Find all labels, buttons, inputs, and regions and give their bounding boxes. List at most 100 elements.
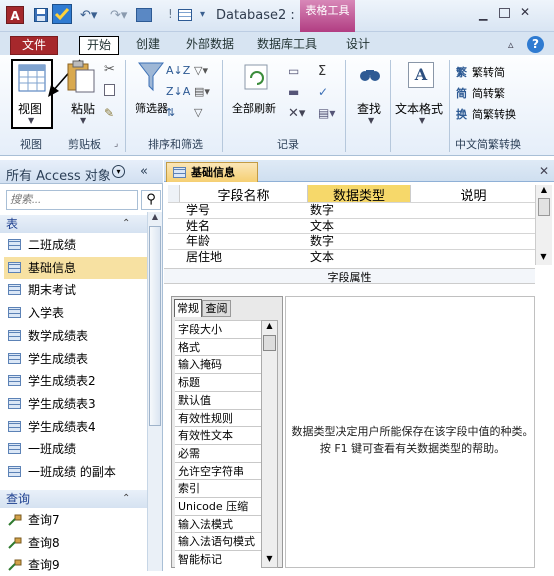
data-type-cell[interactable]: 文本 bbox=[310, 250, 334, 264]
scroll-thumb[interactable] bbox=[263, 335, 276, 351]
property-row[interactable]: 智能标记 bbox=[175, 550, 261, 569]
collapse-chevron-icon[interactable]: ⌃ bbox=[122, 215, 130, 233]
nav-query-item[interactable]: 查询9 bbox=[4, 554, 147, 576]
filter-icon[interactable] bbox=[138, 62, 164, 92]
refresh-all-button-label[interactable]: 全部刷新 bbox=[232, 100, 276, 116]
text-format-button-label[interactable]: 文本格式 bbox=[395, 100, 443, 117]
new-record-icon[interactable]: ▭ bbox=[288, 64, 299, 78]
view-icon[interactable] bbox=[136, 8, 152, 22]
subtab-lookup[interactable]: 查阅 bbox=[202, 300, 231, 317]
chevron-down-icon[interactable]: ▼ bbox=[419, 116, 425, 125]
totals-icon[interactable]: Σ bbox=[318, 64, 326, 79]
column-header-data-type[interactable]: 数据类型 bbox=[308, 185, 411, 204]
field-name-cell[interactable]: 学号 bbox=[186, 203, 210, 217]
copy-icon[interactable] bbox=[104, 84, 115, 96]
clear-sort-icon[interactable]: ⇅ bbox=[166, 106, 175, 119]
property-row[interactable]: 有效性文本 bbox=[175, 426, 261, 445]
scroll-thumb[interactable] bbox=[149, 226, 161, 426]
field-row[interactable]: 年龄 数字 bbox=[168, 233, 536, 248]
scroll-up-icon[interactable]: ▲ bbox=[262, 321, 277, 335]
nav-table-item[interactable]: 数学成绩表 bbox=[4, 325, 147, 347]
subtab-general[interactable]: 常规 bbox=[174, 299, 202, 317]
property-scrollbar[interactable]: ▲ ▼ bbox=[261, 320, 278, 568]
format-painter-icon[interactable]: ✎ bbox=[104, 106, 114, 120]
property-row[interactable]: 索引 bbox=[175, 479, 261, 498]
nav-query-item[interactable]: 查询7 bbox=[4, 509, 147, 531]
paste-icon[interactable] bbox=[66, 60, 96, 94]
property-row[interactable]: 有效性规则 bbox=[175, 408, 261, 427]
traditional-to-simplified-button[interactable]: 繁转简 bbox=[472, 64, 505, 80]
field-row[interactable]: 姓名 文本 bbox=[168, 217, 536, 233]
undo-icon[interactable]: ↶▾ bbox=[80, 8, 97, 23]
nav-table-item[interactable]: 学生成绩表2 bbox=[4, 370, 147, 392]
property-row[interactable]: 输入法模式 bbox=[175, 514, 261, 533]
document-tab-basic-info[interactable]: 基础信息 bbox=[166, 162, 258, 182]
simplified-traditional-convert-button[interactable]: 简繁转换 bbox=[472, 106, 516, 122]
spelling-icon[interactable]: ✓ bbox=[318, 85, 328, 99]
selection-filter-icon[interactable]: ▽▾ bbox=[194, 64, 208, 77]
data-type-cell[interactable]: 文本 bbox=[310, 219, 334, 233]
toggle-filter-icon[interactable]: ▽ bbox=[194, 106, 202, 119]
scroll-up-icon[interactable]: ▲ bbox=[536, 185, 552, 198]
category-tables[interactable]: 表 ⌃ bbox=[0, 215, 147, 233]
property-row[interactable]: 必需 bbox=[175, 443, 261, 462]
column-header-description[interactable]: 说明 bbox=[411, 185, 536, 204]
redo-icon[interactable]: ↷▾ bbox=[110, 8, 127, 23]
field-name-cell[interactable]: 年龄 bbox=[186, 234, 210, 248]
category-queries[interactable]: 查询 ⌃ bbox=[0, 490, 147, 508]
tab-design[interactable]: 设计 bbox=[341, 36, 375, 55]
nav-table-item[interactable]: 学生成绩表 bbox=[4, 348, 147, 370]
filter-button-label[interactable]: 筛选器 bbox=[135, 100, 168, 116]
advanced-filter-icon[interactable]: ▤▾ bbox=[194, 85, 210, 98]
sort-ascending-icon[interactable]: A↓Z bbox=[166, 64, 190, 77]
collapse-pane-icon[interactable]: « bbox=[140, 164, 148, 179]
nav-table-item[interactable]: 学生成绩表3 bbox=[4, 393, 147, 415]
nav-table-item[interactable]: 入学表 bbox=[4, 302, 147, 324]
scroll-thumb[interactable] bbox=[538, 198, 550, 216]
nav-table-item[interactable]: 学生成绩表4 bbox=[4, 416, 147, 438]
nav-table-item[interactable]: 一班成绩 的副本 bbox=[4, 461, 147, 483]
property-row[interactable]: 格式 bbox=[175, 337, 261, 356]
save-record-icon[interactable]: ▬ bbox=[288, 85, 299, 99]
nav-table-item[interactable]: 基础信息 bbox=[4, 256, 147, 279]
text-format-icon[interactable]: A bbox=[408, 62, 434, 88]
grid-scrollbar[interactable]: ▲ ▼ bbox=[535, 185, 552, 265]
help-icon[interactable]: ? bbox=[527, 36, 544, 53]
data-type-cell[interactable]: 数字 bbox=[310, 234, 334, 248]
nav-search-input[interactable] bbox=[6, 190, 138, 210]
dialog-launcher-icon[interactable]: ⌟ bbox=[114, 139, 118, 149]
nav-scrollbar[interactable]: ▲ bbox=[147, 212, 162, 571]
maximize-icon[interactable] bbox=[499, 8, 510, 18]
ribbon-minimize-icon[interactable]: ▵ bbox=[508, 38, 514, 51]
chevron-down-icon[interactable]: ▼ bbox=[80, 116, 86, 125]
nav-table-item[interactable]: 一班成绩 bbox=[4, 438, 147, 460]
data-type-cell[interactable]: 数字 bbox=[310, 203, 334, 217]
close-document-icon[interactable]: ✕ bbox=[539, 164, 549, 178]
nav-query-item[interactable]: 查询8 bbox=[4, 532, 147, 554]
save-icon[interactable] bbox=[34, 8, 48, 22]
chevron-down-icon[interactable]: ▼ bbox=[368, 116, 374, 125]
sort-descending-icon[interactable]: Z↓A bbox=[166, 85, 190, 98]
property-row[interactable]: Unicode 压缩 bbox=[175, 497, 261, 515]
tab-database-tools[interactable]: 数据库工具 bbox=[255, 36, 319, 55]
cut-icon[interactable]: ✂ bbox=[104, 62, 115, 77]
tab-create[interactable]: 创建 bbox=[131, 36, 165, 55]
property-row[interactable]: 允许空字符串 bbox=[175, 461, 261, 480]
field-name-cell[interactable]: 居住地 bbox=[186, 250, 222, 264]
tab-home[interactable]: 开始 bbox=[79, 36, 119, 55]
field-row[interactable]: 居住地 文本 bbox=[168, 248, 536, 264]
field-name-cell[interactable]: 姓名 bbox=[186, 219, 210, 233]
property-row[interactable]: 标题 bbox=[175, 373, 261, 392]
row-selector-corner[interactable] bbox=[168, 185, 180, 202]
close-icon[interactable]: ✕ bbox=[520, 5, 530, 19]
find-button-label[interactable]: 查找 bbox=[357, 100, 381, 117]
nav-table-item[interactable]: 期末考试 bbox=[4, 279, 147, 301]
tab-file[interactable]: 文件 bbox=[10, 36, 58, 55]
delete-record-icon[interactable]: ✕▾ bbox=[288, 106, 305, 121]
tab-external-data[interactable]: 外部数据 bbox=[178, 36, 242, 55]
search-icon[interactable]: ⚲ bbox=[141, 190, 161, 210]
check-icon[interactable] bbox=[52, 4, 72, 24]
find-icon[interactable] bbox=[358, 64, 382, 88]
collapse-chevron-icon[interactable]: ⌃ bbox=[122, 490, 130, 508]
property-row[interactable]: 输入掩码 bbox=[175, 355, 261, 374]
